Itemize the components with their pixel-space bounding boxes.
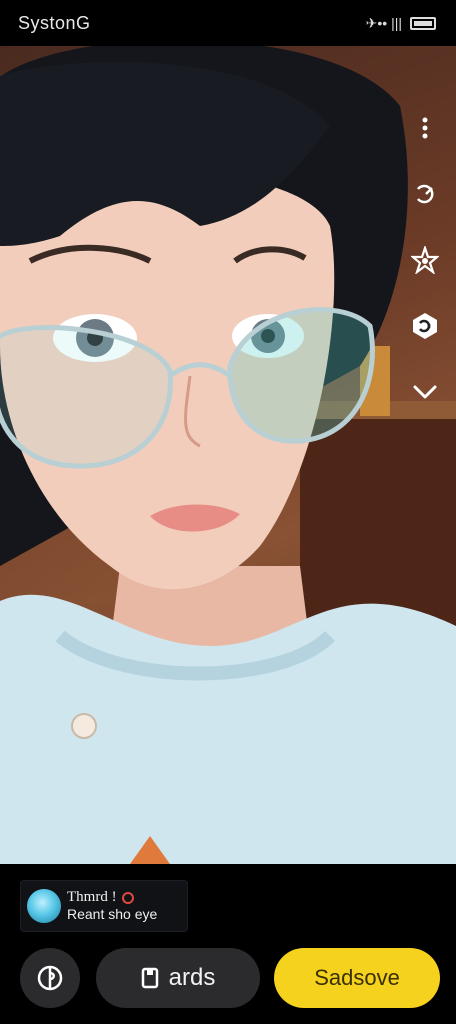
more-vertical-icon: [422, 117, 428, 139]
sweater-button: [71, 713, 97, 739]
signal-indicators: ✈•• |||: [365, 14, 402, 31]
carrier-label: SystonG: [18, 13, 91, 33]
wooden-shelf: [300, 406, 456, 626]
cards-button-label: ards: [168, 964, 216, 991]
battery-icon: [410, 16, 436, 30]
lens-button[interactable]: [20, 948, 80, 1008]
effects-button[interactable]: [407, 242, 443, 278]
suggestion-chip[interactable]: Thmrd ! Reant sho eye: [20, 880, 188, 932]
more-options-button[interactable]: [407, 110, 443, 146]
cards-icon: [141, 967, 158, 989]
record-dot-icon: [121, 891, 134, 904]
photo-preview[interactable]: [0, 46, 456, 864]
cards-button[interactable]: ards: [96, 948, 260, 1008]
chevron-down-icon: [413, 385, 437, 399]
save-button-label: Sadsove: [314, 965, 400, 990]
portrait-image: [0, 46, 456, 864]
status-bar: SystonG ✈•• |||: [0, 0, 456, 46]
bottom-controls: Thmrd ! Reant sho eye ards Sadsove: [0, 864, 456, 1024]
system-indicators: ✈•• |||: [366, 12, 436, 34]
timer-icon: [417, 184, 434, 204]
flip-camera-button[interactable]: [407, 308, 443, 344]
suggestion-text: Thmrd ! Reant sho eye: [67, 889, 157, 923]
collapse-tools-button[interactable]: [407, 374, 443, 410]
lens-icon: [37, 965, 63, 991]
sparkle-effects-icon: [411, 246, 439, 274]
suggestion-subtitle: Reant sho eye: [67, 906, 158, 922]
suggestion-title: Thmrd !: [67, 889, 117, 905]
save-button[interactable]: Sadsove: [274, 948, 440, 1008]
camera-screen: SystonG ✈•• ||| Thmrd ! Reant sho eye ar…: [0, 0, 456, 1024]
camera-tools: [402, 110, 448, 410]
suggestion-thumbnail: [27, 889, 61, 923]
suggestion-title-row: Thmrd !: [67, 889, 157, 906]
glasses-left-lens: [0, 325, 173, 469]
timer-button[interactable]: [407, 176, 443, 212]
flip-camera-icon: [413, 313, 437, 339]
